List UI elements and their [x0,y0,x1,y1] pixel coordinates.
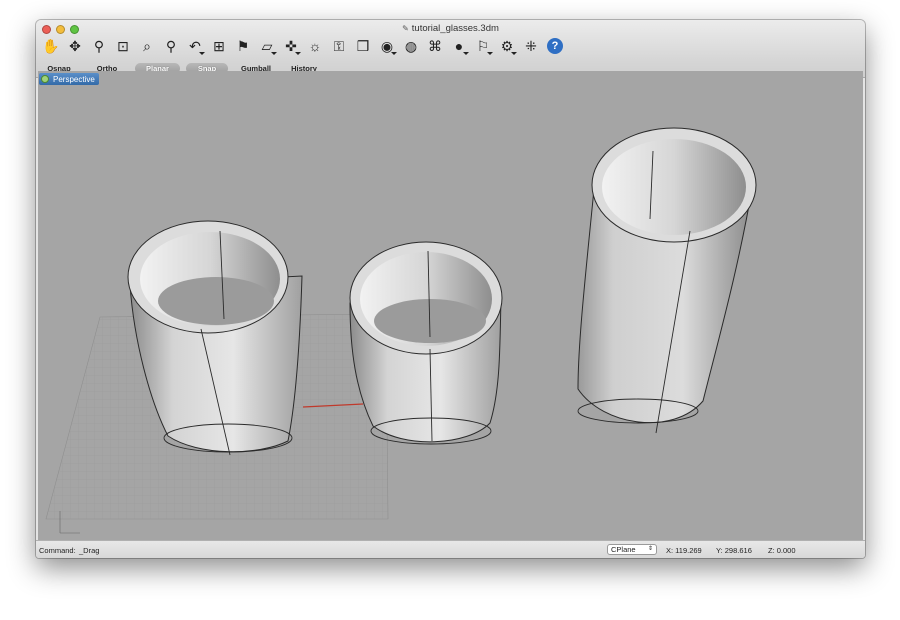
viewport-status-icon [41,75,49,83]
document-icon: ✎ [402,24,409,33]
glass-right[interactable] [577,127,757,434]
document-title-text: tutorial_glasses.3dm [411,23,499,34]
zoom-selected-icon[interactable]: ⚲ [160,36,182,57]
render-teapot-icon[interactable]: ⌘ [424,36,446,57]
command-label: Command: [39,546,76,555]
color-wheel-icon[interactable]: ◉ [376,36,398,57]
flag-icon[interactable]: ⚐ [472,36,494,57]
y-coordinate: Y: 298.616 [716,546,752,555]
pan-hand-icon[interactable]: ✋ [40,36,62,57]
four-viewports-icon[interactable]: ⊞ [208,36,230,57]
main-toolbar: ✋ ✥ ⚲ ⊡ ⌕ ⚲ ↶ ⊞ ⚑ ▱ ✜ ☼ ⚿ ❒ ◉ ◍ ⌘ ● ⚐ ⚙ ⁜? [40,35,566,57]
rotate-view-icon[interactable]: ✥ [64,36,86,57]
viewport-scene [45,127,757,534]
shaded-sphere-icon[interactable]: ◍ [400,36,422,57]
title-bar: ✎ tutorial_glasses.3dm ✋ ✥ ⚲ ⊡ ⌕ ⚲ ↶ ⊞ ⚑ ▱ ✜ ☼ ⚿ ❒ ◉ ◍ ⌘ ●… [36,20,865,78]
zoom-extents-icon[interactable]: ⌕ [136,36,158,57]
points-icon[interactable]: ⁜ [520,36,542,57]
viewport-tab-label: Perspective [53,74,95,84]
settings-gear-icon[interactable]: ⚙ [496,36,518,57]
perspective-viewport[interactable]: Perspective [38,71,863,540]
cplane-select[interactable]: CPlane ⇕ [607,544,657,555]
viewport-tab-perspective[interactable]: Perspective [39,73,99,85]
document-title: ✎ tutorial_glasses.3dm [36,23,865,34]
zoom-window-icon[interactable]: ⊡ [112,36,134,57]
lightbulb-icon[interactable]: ☼ [304,36,326,57]
rhino-window: ✎ tutorial_glasses.3dm ✋ ✥ ⚲ ⊡ ⌕ ⚲ ↶ ⊞ ⚑ ▱ ✜ ☼ ⚿ ❒ ◉ ◍ ⌘ ●… [36,20,865,558]
command-input[interactable]: _Drag [79,546,99,555]
z-coordinate: Z: 0.000 [768,546,796,555]
gumball-tool-icon[interactable]: ✜ [280,36,302,57]
zoom-icon[interactable]: ⚲ [88,36,110,57]
undo-view-icon[interactable]: ↶ [184,36,206,57]
car-icon[interactable]: ⚑ [232,36,254,57]
glass-middle[interactable] [349,241,503,445]
cplane-select-value: CPlane [611,545,636,554]
command-bar: Command: _Drag CPlane ⇕ X: 119.269 Y: 29… [36,540,865,558]
rendered-sphere-icon[interactable]: ● [448,36,470,57]
cplane-icon[interactable]: ▱ [256,36,278,57]
select-arrows-icon: ⇕ [647,546,653,552]
lock-icon[interactable]: ⚿ [328,36,350,57]
help-icon[interactable]: ? [547,38,563,54]
x-coordinate: X: 119.269 [666,546,702,555]
layer-book-icon[interactable]: ❒ [352,36,374,57]
